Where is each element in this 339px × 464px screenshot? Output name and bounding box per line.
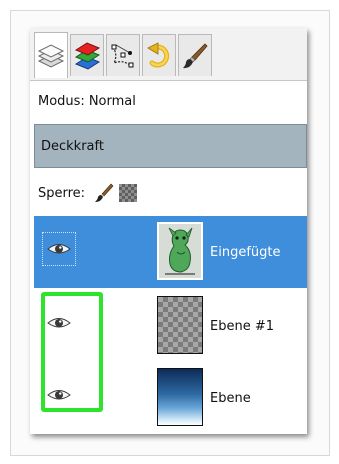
channels-tab-icon (74, 41, 101, 70)
dock-tab-bar (30, 28, 307, 81)
tab-paths[interactable] (106, 34, 140, 76)
tab-channels[interactable] (70, 34, 104, 76)
eye-icon (47, 244, 71, 254)
mode-label: Modus: (38, 94, 85, 109)
lock-alpha-checker-icon[interactable] (119, 184, 138, 202)
undo-history-tab-icon (147, 41, 170, 67)
tab-layers[interactable] (34, 32, 68, 78)
visibility-toggle[interactable] (42, 232, 76, 266)
opacity-label: Deckkraft (41, 138, 104, 154)
layer-name[interactable]: Ebene (210, 362, 251, 434)
tab-brushes[interactable] (178, 34, 212, 76)
layer-thumbnail (157, 222, 203, 280)
visibility-highlight-box (41, 292, 103, 412)
layer-name[interactable]: Eingefügte (210, 216, 280, 288)
lock-label: Sperre: (38, 185, 86, 201)
mode-row[interactable]: Modus: Normal (38, 94, 140, 109)
paths-tab-icon (111, 44, 134, 67)
layer-row[interactable]: Eingefügte (34, 216, 307, 288)
layer-thumbnail (157, 296, 203, 354)
layer-thumbnail (157, 368, 203, 426)
layers-tab-icon (37, 43, 65, 68)
layer-name[interactable]: Ebene #1 (210, 290, 274, 362)
tab-undo-history[interactable] (142, 34, 176, 76)
brushes-tab-icon (183, 42, 208, 68)
green-figure-thumbnail-icon (159, 224, 201, 278)
lock-row: Sperre: (38, 182, 138, 204)
opacity-slider[interactable]: Deckkraft (34, 124, 307, 168)
mode-value[interactable]: Normal (89, 94, 136, 109)
lock-pixels-brush-icon[interactable] (93, 182, 115, 204)
